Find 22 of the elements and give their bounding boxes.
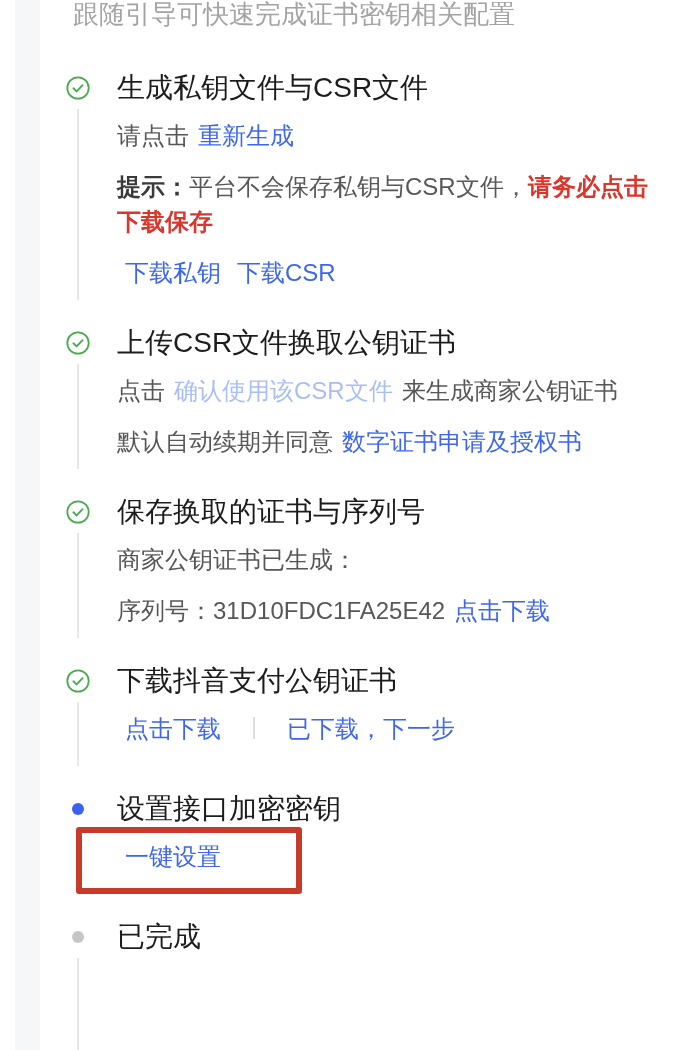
text-link[interactable]: 重新生成 [198, 117, 294, 153]
step-title: 设置接口加密密钥 [117, 792, 342, 826]
text-link[interactable]: 数字证书申请及授权书 [342, 423, 582, 459]
step-text: 来生成商家公钥证书 [401, 375, 618, 406]
step-text: 序列号：31D10FDC1FA25E42 [117, 595, 446, 626]
step-title: 下载抖音支付公钥证书 [117, 664, 398, 698]
text-link-button[interactable]: 点击下载 [117, 710, 229, 746]
step-text: 点击 [117, 375, 165, 406]
guide-subtitle: 跟随引导可快速完成证书密钥相关配置 [73, 0, 516, 28]
step-text: 提示：平台不会保存私钥与CSR文件，请务必点击下载保存 [117, 171, 649, 237]
step-title: 已完成 [117, 920, 202, 954]
step-text: 请点击 [117, 120, 189, 151]
step-title: 上传CSR文件换取公钥证书 [117, 326, 458, 360]
text-link-button[interactable]: 下载私钥 [117, 254, 229, 290]
step-title: 生成私钥文件与CSR文件 [117, 71, 430, 105]
step-text: 商家公钥证书已生成： [117, 544, 358, 575]
step-title: 保存换取的证书与序列号 [117, 495, 426, 529]
text-link[interactable]: 点击下载 [454, 592, 551, 628]
text-link-button[interactable]: 已下载，下一步 [278, 710, 463, 746]
step-text: 默认自动续期并同意 [117, 426, 333, 457]
text-link-button[interactable]: 一键设置 [117, 838, 229, 874]
text-link-button[interactable]: 下载CSR [229, 254, 344, 290]
